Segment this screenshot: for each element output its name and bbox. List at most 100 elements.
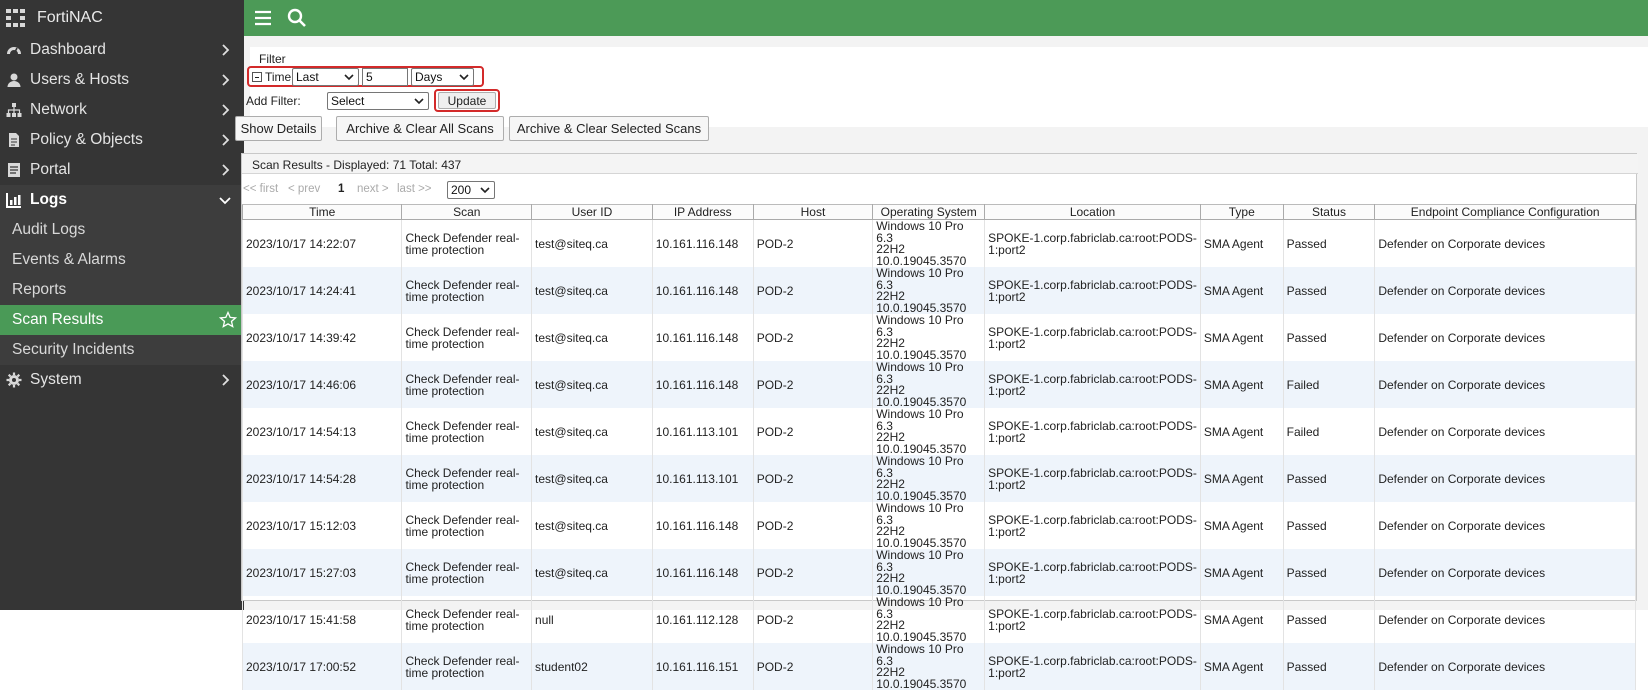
os-build: 10.0.19045.3570 bbox=[876, 536, 966, 550]
table-row[interactable]: 2023/10/17 15:41:58 Check Defender real-… bbox=[243, 596, 1636, 643]
cell-status: Failed bbox=[1283, 408, 1375, 455]
cell-host: POD-2 bbox=[753, 596, 873, 643]
pagination-prev[interactable]: < prev bbox=[288, 183, 320, 195]
logs-icon bbox=[6, 192, 22, 208]
hamburger-menu-icon[interactable] bbox=[254, 9, 272, 27]
cell-location: SPOKE-1.corp.fabriclab.ca:root:PODS-1:po… bbox=[985, 502, 1201, 549]
chevron-down-icon bbox=[216, 191, 234, 209]
cell-user-id: test@siteq.ca bbox=[532, 408, 653, 455]
sidebar-item-policy-objects[interactable]: Policy & Objects bbox=[0, 125, 244, 155]
sidebar-item-events-alarms[interactable]: Events & Alarms bbox=[0, 245, 244, 275]
cell-scan: Check Defender real-time protection bbox=[402, 455, 532, 502]
cell-location: SPOKE-1.corp.fabriclab.ca:root:PODS-1:po… bbox=[985, 455, 1201, 502]
cell-type: SMA Agent bbox=[1200, 549, 1283, 596]
policy-icon bbox=[6, 132, 22, 148]
table-row[interactable]: 2023/10/17 15:27:03 Check Defender real-… bbox=[243, 549, 1636, 596]
cell-time: 2023/10/17 14:54:28 bbox=[243, 455, 402, 502]
cell-operating-system: Windows 10 Pro 6.322H210.0.19045.3570 bbox=[873, 643, 985, 690]
pagination-last[interactable]: last >> bbox=[397, 183, 432, 195]
os-build: 10.0.19045.3570 bbox=[876, 442, 966, 456]
cell-ip-address: 10.161.116.148 bbox=[652, 314, 753, 361]
sidebar-item-portal[interactable]: Portal bbox=[0, 155, 244, 185]
sidebar-subitem-label: Events & Alarms bbox=[12, 251, 126, 269]
time-unit-select[interactable]: Days bbox=[411, 68, 474, 86]
table-row[interactable]: 2023/10/17 14:39:42 Check Defender real-… bbox=[243, 314, 1636, 361]
update-button[interactable]: Update bbox=[438, 92, 496, 109]
chevron-right-icon bbox=[216, 71, 234, 89]
column-header-ip-address[interactable]: IP Address bbox=[652, 205, 753, 220]
sidebar-item-system[interactable]: System bbox=[0, 365, 244, 395]
cell-scan: Check Defender real-time protection bbox=[402, 314, 532, 361]
column-header-location[interactable]: Location bbox=[985, 205, 1201, 220]
column-header-status[interactable]: Status bbox=[1283, 205, 1375, 220]
collapse-minus-icon[interactable] bbox=[252, 72, 262, 82]
cell-host: POD-2 bbox=[753, 220, 873, 268]
table-row[interactable]: 2023/10/17 14:54:13 Check Defender real-… bbox=[243, 408, 1636, 455]
cell-location: SPOKE-1.corp.fabriclab.ca:root:PODS-1:po… bbox=[985, 549, 1201, 596]
dashboard-icon bbox=[6, 42, 22, 58]
add-filter-value: Select bbox=[331, 94, 364, 108]
cell-user-id: test@siteq.ca bbox=[532, 361, 653, 408]
table-row[interactable]: 2023/10/17 14:54:28 Check Defender real-… bbox=[243, 455, 1636, 502]
sidebar-item-network[interactable]: Network bbox=[0, 95, 244, 125]
scan-results-panel: Scan Results - Displayed: 71 Total: 437 … bbox=[241, 153, 1637, 601]
sidebar-item-scan-results[interactable]: Scan Results bbox=[0, 305, 244, 335]
table-row[interactable]: 2023/10/17 14:24:41 Check Defender real-… bbox=[243, 267, 1636, 314]
column-header-host[interactable]: Host bbox=[753, 205, 873, 220]
chevron-down-icon bbox=[344, 73, 354, 81]
chevron-down-icon bbox=[459, 73, 469, 81]
time-mode-select[interactable]: Last bbox=[292, 68, 359, 86]
show-details-button[interactable]: Show Details bbox=[235, 116, 322, 141]
archive-clear-selected-button[interactable]: Archive & Clear Selected Scans bbox=[509, 116, 709, 141]
cell-status: Passed bbox=[1283, 455, 1375, 502]
column-header-user-id[interactable]: User ID bbox=[532, 205, 653, 220]
table-row[interactable]: 2023/10/17 15:12:03 Check Defender real-… bbox=[243, 502, 1636, 549]
cell-time: 2023/10/17 15:12:03 bbox=[243, 502, 402, 549]
table-row[interactable]: 2023/10/17 14:46:06 Check Defender real-… bbox=[243, 361, 1636, 408]
sidebar-item-security-incidents[interactable]: Security Incidents bbox=[0, 335, 244, 365]
gear-icon bbox=[6, 372, 22, 388]
os-name: Windows 10 Pro 6.3 bbox=[876, 220, 963, 245]
table-row[interactable]: 2023/10/17 14:22:07 Check Defender real-… bbox=[243, 220, 1636, 268]
cell-time: 2023/10/17 14:46:06 bbox=[243, 361, 402, 408]
cell-status: Passed bbox=[1283, 502, 1375, 549]
cell-type: SMA Agent bbox=[1200, 502, 1283, 549]
cell-location: SPOKE-1.corp.fabriclab.ca:root:PODS-1:po… bbox=[985, 220, 1201, 268]
search-icon[interactable] bbox=[287, 8, 307, 28]
sidebar-item-users-hosts[interactable]: Users & Hosts bbox=[0, 65, 244, 95]
cell-status: Passed bbox=[1283, 549, 1375, 596]
sidebar-item-audit-logs[interactable]: Audit Logs bbox=[0, 215, 244, 245]
sidebar-item-label: Portal bbox=[30, 161, 71, 179]
cell-compliance-config: Defender on Corporate devices bbox=[1375, 314, 1636, 361]
time-value-input[interactable]: 5 bbox=[362, 68, 408, 86]
os-build: 10.0.19045.3570 bbox=[876, 301, 966, 315]
table-row[interactable]: 2023/10/17 17:00:52 Check Defender real-… bbox=[243, 643, 1636, 690]
cell-compliance-config: Defender on Corporate devices bbox=[1375, 408, 1636, 455]
cell-location: SPOKE-1.corp.fabriclab.ca:root:PODS-1:po… bbox=[985, 408, 1201, 455]
pagination-next[interactable]: next > bbox=[357, 183, 389, 195]
add-filter-select[interactable]: Select bbox=[327, 92, 429, 110]
column-header-operating-system[interactable]: Operating System bbox=[873, 205, 985, 220]
column-header-type[interactable]: Type bbox=[1200, 205, 1283, 220]
cell-user-id: test@siteq.ca bbox=[532, 314, 653, 361]
column-header-time[interactable]: Time bbox=[243, 205, 402, 220]
sidebar-item-reports[interactable]: Reports bbox=[0, 275, 244, 305]
os-build: 10.0.19045.3570 bbox=[876, 395, 966, 409]
archive-clear-all-button[interactable]: Archive & Clear All Scans bbox=[336, 116, 504, 141]
pagination-first[interactable]: << first bbox=[243, 183, 278, 195]
cell-host: POD-2 bbox=[753, 455, 873, 502]
scan-results-table: Time Scan User ID IP Address Host Operat… bbox=[242, 204, 1636, 690]
sidebar-item-dashboard[interactable]: Dashboard bbox=[0, 35, 244, 65]
cell-compliance-config: Defender on Corporate devices bbox=[1375, 455, 1636, 502]
cell-scan: Check Defender real-time protection bbox=[402, 220, 532, 268]
sidebar-item-logs[interactable]: Logs bbox=[0, 185, 244, 215]
page-size-select[interactable]: 200 bbox=[447, 181, 495, 199]
column-header-scan[interactable]: Scan bbox=[402, 205, 532, 220]
star-favorite-icon[interactable] bbox=[219, 311, 237, 329]
cell-scan: Check Defender real-time protection bbox=[402, 361, 532, 408]
cell-ip-address: 10.161.112.128 bbox=[652, 596, 753, 643]
column-header-compliance-config[interactable]: Endpoint Compliance Configuration bbox=[1375, 205, 1636, 220]
cell-host: POD-2 bbox=[753, 643, 873, 690]
os-name: Windows 10 Pro 6.3 bbox=[876, 643, 963, 668]
page-size-value: 200 bbox=[451, 183, 471, 197]
